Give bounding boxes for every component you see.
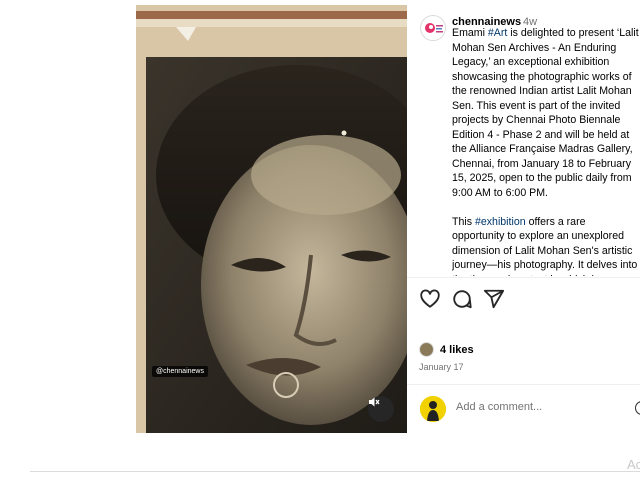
post-caption: Emami #Art is delighted to present ‘Lali… (452, 26, 640, 276)
user-figure-icon (420, 396, 446, 422)
divider (30, 471, 640, 472)
author-avatar[interactable] (420, 15, 446, 41)
share-icon (483, 289, 505, 309)
mute-button[interactable] (368, 396, 394, 422)
speaker-muted-icon (369, 397, 380, 407)
emoji-icon[interactable] (635, 401, 640, 415)
hashtag-link[interactable]: #exhibition (475, 216, 526, 228)
caption-text: Emami (452, 27, 488, 39)
share-button[interactable] (483, 288, 505, 310)
comment-input[interactable] (456, 401, 626, 413)
comment-icon (453, 290, 472, 309)
heart-icon (420, 289, 440, 308)
comment-button[interactable] (451, 288, 473, 310)
liker-avatar[interactable] (419, 342, 434, 357)
post-media[interactable]: @chennainews (136, 5, 407, 433)
media-watermark: @chennainews (152, 366, 208, 377)
current-user-avatar (420, 396, 446, 422)
divider (407, 277, 640, 278)
caption-text: is delighted to present ‘Lalit Mohan Sen… (452, 27, 639, 199)
divider (407, 384, 640, 385)
post-date[interactable]: January 17 (419, 362, 464, 372)
activate-windows-text: Ac (627, 457, 640, 472)
caption-text: This (452, 215, 475, 228)
like-button[interactable] (419, 288, 441, 310)
instagram-post-view: @chennainews chennainews 4w Emami #Art i… (0, 0, 640, 480)
hashtag-link[interactable]: #Art (488, 27, 507, 39)
chennainews-logo-icon (422, 17, 445, 40)
likes-count[interactable]: 4 likes (440, 344, 474, 356)
post-side-panel: chennainews 4w Emami #Art is delighted t… (407, 5, 640, 433)
